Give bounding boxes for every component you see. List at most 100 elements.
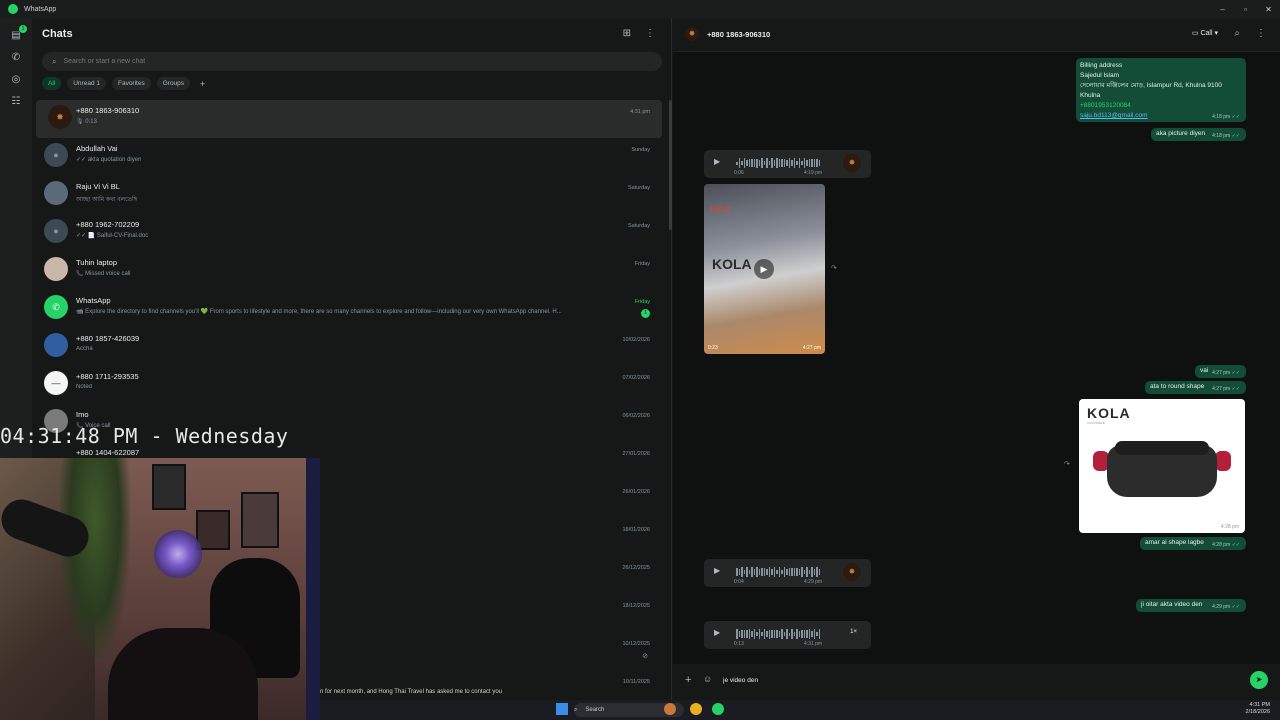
chat-row[interactable]: +880 1857-426039 Accha 10/02/2026 xyxy=(32,328,666,366)
filter-pills: All Unread 1 Favorites Groups + xyxy=(42,77,209,90)
chat-time: 07/02/2026 xyxy=(622,375,650,381)
play-icon[interactable]: ▶ xyxy=(714,628,720,637)
chat-time: Saturday xyxy=(627,185,650,191)
whatsapp-taskbar-icon[interactable] xyxy=(712,703,724,715)
chat-name: +880 1711-293535 xyxy=(76,372,139,381)
chat-row[interactable]: ✆ WhatsApp 📹 Explore the directory to fi… xyxy=(32,290,666,328)
chat-row[interactable]: Tuhin laptop 📞 Missed voice call Friday xyxy=(32,252,666,290)
attach-icon[interactable]: + xyxy=(685,674,691,686)
window-controls: – ▫ ✕ xyxy=(1211,0,1280,18)
voice-message[interactable]: ▶ 0:13 4:31 pm 1× xyxy=(704,621,871,649)
message-bubble[interactable]: aka picture diyen 4:18 pm ✓✓ xyxy=(1151,128,1246,141)
message-text: ji oitar akta video den xyxy=(1141,601,1203,608)
video-message[interactable]: KOLO KOLA ▶ 0:23 4:27 pm xyxy=(704,184,825,354)
voice-message[interactable]: ▶ 0:06 4:19 pm ✸ xyxy=(704,150,871,178)
play-icon[interactable]: ▶ xyxy=(714,157,720,166)
status-icon[interactable]: ◎ xyxy=(10,74,22,86)
chat-name: +880 1962-702209 xyxy=(76,220,140,229)
add-filter-icon[interactable]: + xyxy=(196,77,209,90)
chat-preview-snippet: n for next month, and Hong Thai Travel h… xyxy=(320,689,502,695)
filter-favorites[interactable]: Favorites xyxy=(111,77,151,90)
search-bar[interactable]: ⌕ xyxy=(42,52,662,71)
audio-waveform[interactable] xyxy=(736,629,824,639)
filter-unread[interactable]: Unread 1 xyxy=(67,77,106,90)
call-button[interactable]: ▭ Call ▾ xyxy=(1192,29,1218,37)
message-bubble[interactable]: ji oitar akta video den 4:29 pm ✓✓ xyxy=(1136,599,1246,612)
chat-row[interactable]: ✸ +880 1863-906310 🎙 0:13 4:31 pm xyxy=(36,100,662,138)
product-sub-text: COOKWARE xyxy=(1087,421,1105,425)
conversation-panel: ✸ +880 1863-906310 ▭ Call ▾ ⌕ ⋮ Billing … xyxy=(673,18,1280,700)
start-icon[interactable] xyxy=(556,703,568,715)
avatar xyxy=(44,257,68,281)
communities-icon[interactable]: ☷ xyxy=(10,96,22,108)
chats-title: Chats xyxy=(42,28,73,40)
chat-row[interactable]: ● Abdullah Vai ✓✓ akta quotation diyen S… xyxy=(32,138,666,176)
calls-icon[interactable]: ✆ xyxy=(10,52,22,64)
image-message[interactable]: KOLA COOKWARE 4:28 pm xyxy=(1079,399,1245,533)
voice-duration: 0:04 xyxy=(734,579,744,585)
taskbar-time: 4:31 PM xyxy=(1249,702,1270,708)
chat-time: 18/01/2026 xyxy=(622,527,650,533)
chat-preview: ✓✓ 📄 Saiful-CV-Final.doc xyxy=(76,233,149,239)
message-bubble[interactable]: ata to round shape 4:27 pm ✓✓ xyxy=(1145,381,1246,394)
search-icon[interactable]: ⌕ xyxy=(1234,28,1240,39)
avatar: ✸ xyxy=(48,105,72,129)
chat-row[interactable]: Raju Vi Vi BL আচ্ছা আমি কথা বলতেছি Satur… xyxy=(32,176,666,214)
message-bubble[interactable]: amar ai shape lagbe 4:28 pm ✓✓ xyxy=(1140,537,1246,550)
close-icon[interactable]: ✕ xyxy=(1257,0,1280,18)
avatar: — xyxy=(44,371,68,395)
call-label: Call xyxy=(1200,30,1213,37)
menu-icon[interactable]: ⋮ xyxy=(645,28,655,39)
menu-icon[interactable]: ⋮ xyxy=(1256,28,1266,39)
chat-row[interactable]: — +880 1711-293535 Noted 07/02/2026 xyxy=(32,366,666,404)
video-length: 0:23 xyxy=(708,345,718,351)
maximize-icon[interactable]: ▫ xyxy=(1234,0,1257,18)
message-time: 4:19 pm xyxy=(804,170,823,176)
forward-icon[interactable]: ↷ xyxy=(831,264,837,272)
message-time: 4:31 pm xyxy=(804,641,823,647)
contact-name[interactable]: +880 1863-906310 xyxy=(707,30,770,39)
chat-time: 18/12/2025 xyxy=(622,603,650,609)
chat-time: 26/12/2025 xyxy=(622,565,650,571)
chat-preview: 🎙 0:13 xyxy=(76,119,97,125)
read-ticks-icon: ✓✓ xyxy=(1231,604,1240,610)
message-bubble[interactable]: vai 4:27 pm ✓✓ xyxy=(1195,365,1246,378)
minimize-icon[interactable]: – xyxy=(1211,0,1234,18)
message-time: 4:27 pm xyxy=(1212,370,1231,376)
message-time: 4:27 pm xyxy=(802,345,821,351)
new-chat-icon[interactable]: ⊞ xyxy=(623,28,631,39)
avatar xyxy=(44,333,68,357)
audio-waveform[interactable] xyxy=(736,567,824,577)
message-line: Sajedul Islam xyxy=(1080,72,1120,79)
playback-speed-button[interactable]: 1× xyxy=(850,629,857,635)
forward-icon[interactable]: ↷ xyxy=(1064,460,1070,468)
message-time: 4:18 pm xyxy=(1212,114,1231,120)
phone-link[interactable]: +8801953120084 xyxy=(1080,101,1242,111)
search-input[interactable] xyxy=(63,58,564,65)
chat-list-scrollbar[interactable] xyxy=(669,100,672,230)
play-icon[interactable]: ▶ xyxy=(714,566,720,575)
message-text: vai xyxy=(1200,367,1209,374)
filter-all[interactable]: All xyxy=(42,77,62,90)
chrome-icon[interactable] xyxy=(690,703,702,715)
billing-message[interactable]: Billing address Sajedul Islam দেলোয়ার ম… xyxy=(1076,58,1246,122)
message-time: 4:18 pm xyxy=(1212,133,1231,139)
audio-waveform[interactable] xyxy=(736,158,824,168)
send-icon[interactable]: ➤ xyxy=(1250,671,1268,689)
sticker-icon[interactable]: ☺ xyxy=(703,674,712,684)
contact-avatar[interactable]: ✸ xyxy=(685,27,699,41)
voice-duration: 0:06 xyxy=(734,170,744,176)
message-composer: + ☺ ➤ xyxy=(673,664,1280,700)
chat-name: Abdullah Vai xyxy=(76,144,118,153)
chat-time: 4:31 pm xyxy=(630,109,650,115)
taskbar-clock[interactable]: 4:31 PM 2/18/2026 xyxy=(1246,702,1270,716)
app-icon[interactable] xyxy=(664,703,676,715)
message-input[interactable] xyxy=(723,672,1223,688)
chat-row[interactable]: ● +880 1962-702209 ✓✓ 📄 Saiful-CV-Final.… xyxy=(32,214,666,252)
chat-time: 06/02/2026 xyxy=(622,413,650,419)
voice-message[interactable]: ▶ 0:04 4:29 pm ✸ xyxy=(704,559,871,587)
video-play-icon[interactable]: ▶ xyxy=(754,259,774,279)
window-title: WhatsApp xyxy=(24,5,57,13)
chat-name: +880 1863-906310 xyxy=(76,106,140,115)
filter-groups[interactable]: Groups xyxy=(156,77,191,90)
